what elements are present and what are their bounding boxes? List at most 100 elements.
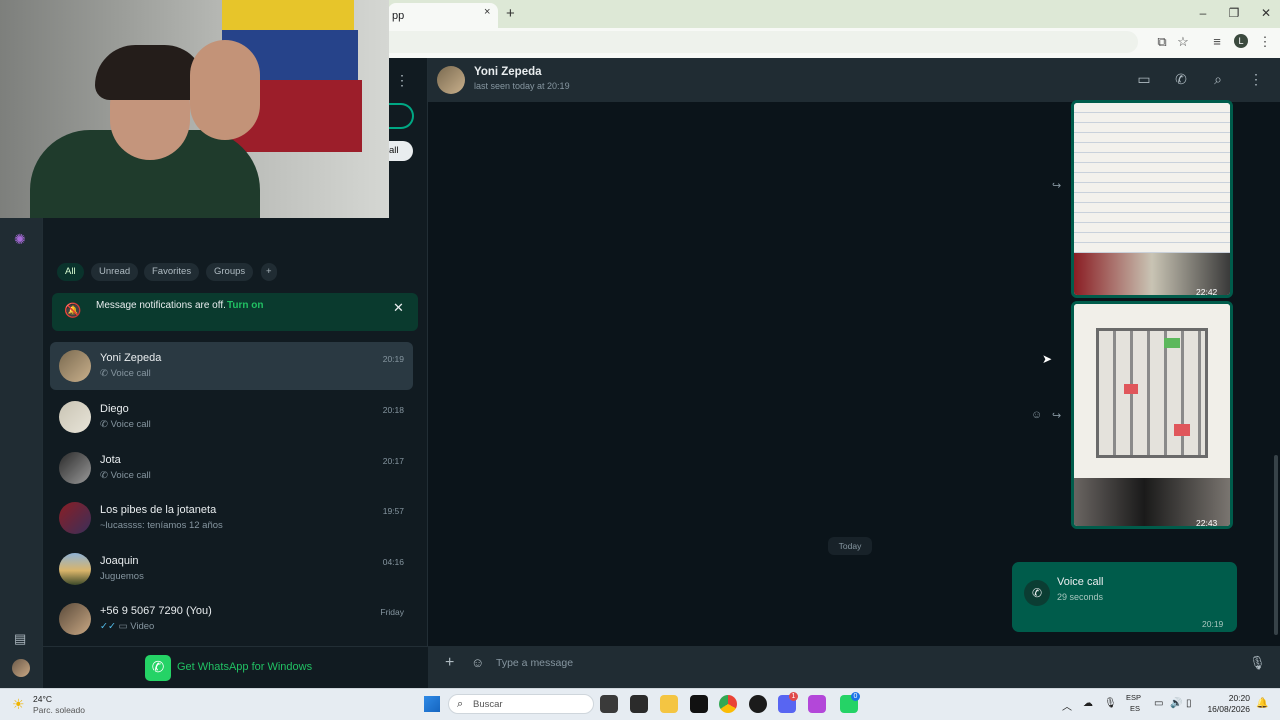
tiktok-icon[interactable] (690, 695, 708, 713)
notifications-bell-icon[interactable]: 🔔 (1256, 698, 1268, 709)
filter-groups[interactable]: Groups (206, 263, 254, 281)
profile-avatar[interactable]: L (1234, 34, 1248, 48)
app-icon[interactable] (808, 695, 826, 713)
chat-preview: ~lucassss: teníamos 12 años (100, 520, 223, 531)
search-icon[interactable]: ⌕ (1209, 71, 1227, 88)
filter-all[interactable]: All (57, 263, 84, 281)
avatar (59, 553, 91, 585)
notification-text: Message notifications are off. (96, 300, 226, 311)
chrome-icon[interactable] (719, 695, 737, 713)
discord-badge: 1 (789, 692, 798, 701)
minimize-icon[interactable]: – (1193, 6, 1213, 20)
drawing-red-house (1174, 424, 1190, 436)
chat-preview: Voice call (110, 419, 151, 430)
start-button-icon[interactable] (424, 696, 440, 712)
network-icon[interactable]: ▭ (1154, 698, 1163, 709)
flag-yellow-band (222, 0, 354, 30)
attach-plus-icon[interactable]: + (445, 654, 454, 672)
close-window-icon[interactable]: ✕ (1256, 6, 1276, 20)
microphone-icon[interactable]: 🎙 (1249, 655, 1266, 671)
show-hidden-icons[interactable]: ︿ (1062, 698, 1072, 713)
chat-time: 20:18 (382, 405, 404, 415)
task-view-icon[interactable] (600, 695, 618, 713)
avatar (59, 350, 91, 382)
chat-row-you[interactable]: +56 9 5067 7290 (You) Friday ✓✓ ▭ Video (50, 595, 413, 643)
chat-name: Jota (100, 454, 121, 466)
chat-row-joaquin[interactable]: Joaquin 04:16 Juguemos (50, 545, 413, 593)
chat-row-diego[interactable]: Diego 20:18 ✆ Voice call (50, 393, 413, 441)
steam-icon[interactable] (749, 695, 767, 713)
emoji-icon[interactable]: ☺ (471, 655, 484, 670)
drawing-photo (1074, 304, 1230, 478)
webcam-overlay (0, 0, 389, 218)
language-top[interactable]: ESP (1126, 693, 1141, 702)
battery-icon[interactable]: ▯ (1186, 698, 1192, 709)
chat-menu-icon[interactable]: ⋮ (1247, 71, 1265, 88)
my-profile-avatar[interactable] (12, 659, 30, 677)
message-input[interactable]: Type a message (496, 657, 573, 669)
add-filter-button[interactable]: + (261, 263, 277, 281)
chat-row-los-pibes[interactable]: Los pibes de la jotaneta 19:57 ~lucassss… (50, 494, 413, 542)
call-title: Voice call (1057, 576, 1104, 588)
react-emoji-icon[interactable]: ☺ (1031, 409, 1042, 421)
bookmark-star-icon[interactable]: ☆ (1174, 34, 1192, 50)
taskbar-search[interactable]: ⌕ Buscar (448, 694, 594, 714)
media-gallery-icon[interactable]: ▤ (14, 631, 26, 647)
bell-off-icon: 🔕 (64, 302, 82, 318)
view-all-status-button[interactable]: all (385, 141, 413, 161)
volume-icon[interactable]: 🔊 (1170, 698, 1182, 709)
chat-preview: Juguemos (100, 571, 144, 582)
chat-preview: Video (130, 621, 155, 632)
message-time: 22:42 (1196, 287, 1218, 297)
whatsapp-logo-icon: ✆ (145, 655, 171, 681)
call-duration: 29 seconds (1057, 592, 1104, 602)
image-message[interactable]: 22:43 (1071, 301, 1233, 529)
dismiss-notification-icon[interactable]: ✕ (393, 300, 404, 316)
read-ticks-icon: ✓✓ (100, 621, 116, 632)
meta-ai-icon[interactable]: ✺ (14, 231, 26, 248)
avatar (59, 401, 91, 433)
list-menu-icon[interactable]: ⋮ (395, 72, 409, 89)
clock-time[interactable]: 20:20 (1206, 693, 1250, 703)
video-icon: ▭ (118, 621, 128, 632)
search-placeholder: Buscar (473, 699, 503, 710)
contact-avatar[interactable] (437, 66, 465, 94)
forward-icon[interactable]: ↪ (1052, 409, 1061, 422)
filter-favorites[interactable]: Favorites (144, 263, 200, 281)
chat-name: Diego (100, 403, 129, 415)
file-explorer-icon[interactable] (660, 695, 678, 713)
new-tab-icon[interactable]: + (506, 5, 515, 22)
avatar (59, 603, 91, 635)
browser-menu-icon[interactable]: ⋮ (1256, 34, 1274, 50)
video-call-icon[interactable]: ▭ (1135, 71, 1153, 88)
browser-tab-title: pp (392, 10, 405, 22)
weather-temp[interactable]: 24°C (33, 694, 52, 704)
voice-call-icon[interactable]: ✆ (1172, 71, 1190, 88)
message-time: 22:43 (1196, 518, 1218, 528)
chat-time: 20:19 (382, 354, 404, 364)
weather-icon[interactable]: ☀ (12, 696, 25, 713)
mic-tray-icon[interactable]: 🎙 (1104, 698, 1117, 709)
capcut-icon[interactable] (630, 695, 648, 713)
voice-call-message[interactable]: ✆ Voice call 29 seconds 20:19 (1012, 562, 1237, 632)
maximize-icon[interactable]: ❐ (1224, 6, 1244, 20)
chat-row-jota[interactable]: Jota 20:17 ✆ Voice call (50, 444, 413, 492)
filter-unread[interactable]: Unread (91, 263, 139, 281)
whatsapp-badge: 0 (851, 692, 860, 701)
chat-row-yoni-zepeda[interactable]: Yoni Zepeda 20:19 ✆ Voice call (50, 342, 413, 390)
media-controls-icon[interactable]: ≡ (1208, 34, 1226, 49)
contact-name[interactable]: Yoni Zepeda (474, 66, 542, 78)
onedrive-icon[interactable]: ☁ (1083, 698, 1093, 709)
image-message[interactable]: 22:42 (1071, 100, 1233, 298)
chat-time: Friday (380, 607, 404, 617)
tab-close-icon[interactable]: × (484, 6, 490, 18)
avatar (59, 452, 91, 484)
chat-name: Joaquin (100, 555, 139, 567)
install-app-icon[interactable]: ⧉ (1153, 34, 1171, 50)
forward-icon[interactable]: ↪ (1052, 179, 1061, 192)
get-whatsapp-link[interactable]: Get WhatsApp for Windows (177, 661, 312, 673)
turn-on-link[interactable]: Turn on (227, 300, 263, 311)
browser-tab[interactable]: pp (388, 3, 498, 28)
chat-scrollbar[interactable] (1274, 455, 1278, 635)
address-bar[interactable] (388, 31, 1138, 53)
